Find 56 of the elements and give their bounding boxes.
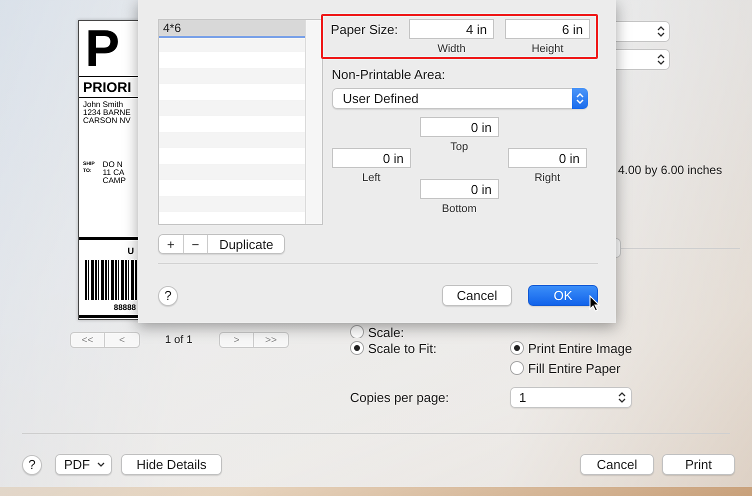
paper-size-label: Paper Size: — [330, 22, 398, 37]
stepper-icon — [618, 391, 626, 404]
ok-button[interactable]: OK — [528, 285, 598, 306]
radio-label: Scale to Fit: — [368, 340, 437, 356]
copies-popup[interactable]: 1 — [510, 387, 632, 408]
pdf-menu-button[interactable]: PDF — [55, 454, 112, 475]
radio-button[interactable] — [350, 325, 364, 338]
duplicate-button[interactable]: Duplicate — [208, 235, 284, 253]
help-button[interactable]: ? — [158, 286, 178, 306]
cancel-button[interactable]: Cancel — [580, 454, 654, 475]
field-caption: Right — [533, 172, 562, 184]
stepper-icon — [657, 25, 665, 38]
size-field[interactable]: 6 in — [505, 19, 590, 39]
field-caption: Left — [361, 172, 382, 184]
margin-field[interactable]: 0 in — [332, 148, 411, 168]
non-printable-label: Non-Printable Area: — [332, 67, 446, 82]
paper-size-info: 4.00 by 6.00 inches — [618, 163, 724, 177]
hide-details-button[interactable]: Hide Details — [121, 454, 222, 475]
print-button[interactable]: Print — [662, 454, 735, 475]
area-popup[interactable]: User Defined — [332, 88, 588, 109]
margin-field[interactable]: 0 in — [508, 148, 587, 168]
popup-value: User Defined — [342, 91, 419, 106]
remove-button[interactable]: − — [184, 235, 208, 253]
barcode — [85, 260, 138, 300]
list-item[interactable]: 4*6 — [159, 20, 305, 38]
stepper-icon — [576, 92, 584, 105]
radio-label: Fill Entire Paper — [528, 360, 620, 376]
field-caption: Height — [530, 43, 564, 55]
help-button[interactable]: ? — [22, 454, 42, 474]
label-text: U — [126, 246, 135, 256]
popup-value: 1 — [519, 390, 526, 405]
label-text: 11 CA — [102, 169, 126, 177]
field-caption: Top — [449, 141, 470, 153]
size-field[interactable]: 4 in — [409, 19, 494, 39]
cancel-button[interactable]: Cancel — [442, 285, 512, 306]
cursor-icon — [589, 295, 601, 312]
field-caption: Width — [436, 43, 467, 55]
radio-button[interactable] — [350, 341, 364, 355]
radio-button[interactable] — [510, 341, 524, 355]
radio-label: Print Entire Image — [528, 340, 632, 356]
add-button[interactable]: + — [159, 235, 184, 253]
label-text: DO N — [102, 161, 124, 169]
radio-label: Scale: — [368, 324, 404, 338]
stepper-icon — [657, 53, 665, 66]
label-text: 1234 BARNE — [82, 109, 132, 117]
chevron-down-icon — [97, 462, 105, 467]
margin-field[interactable]: 0 in — [420, 179, 499, 199]
radio-button[interactable] — [510, 361, 524, 375]
copies-label: Copies per page: — [350, 390, 450, 405]
field-caption: Bottom — [440, 203, 478, 215]
label-text: CAMP — [102, 177, 126, 185]
label-text: John Smith — [82, 101, 124, 109]
label-text: CARSON NV — [82, 117, 132, 125]
page-indicator: 1 of 1 — [165, 334, 193, 346]
margin-field[interactable]: 0 in — [420, 117, 499, 137]
paper-size-list[interactable]: 4*6 — [158, 19, 323, 225]
